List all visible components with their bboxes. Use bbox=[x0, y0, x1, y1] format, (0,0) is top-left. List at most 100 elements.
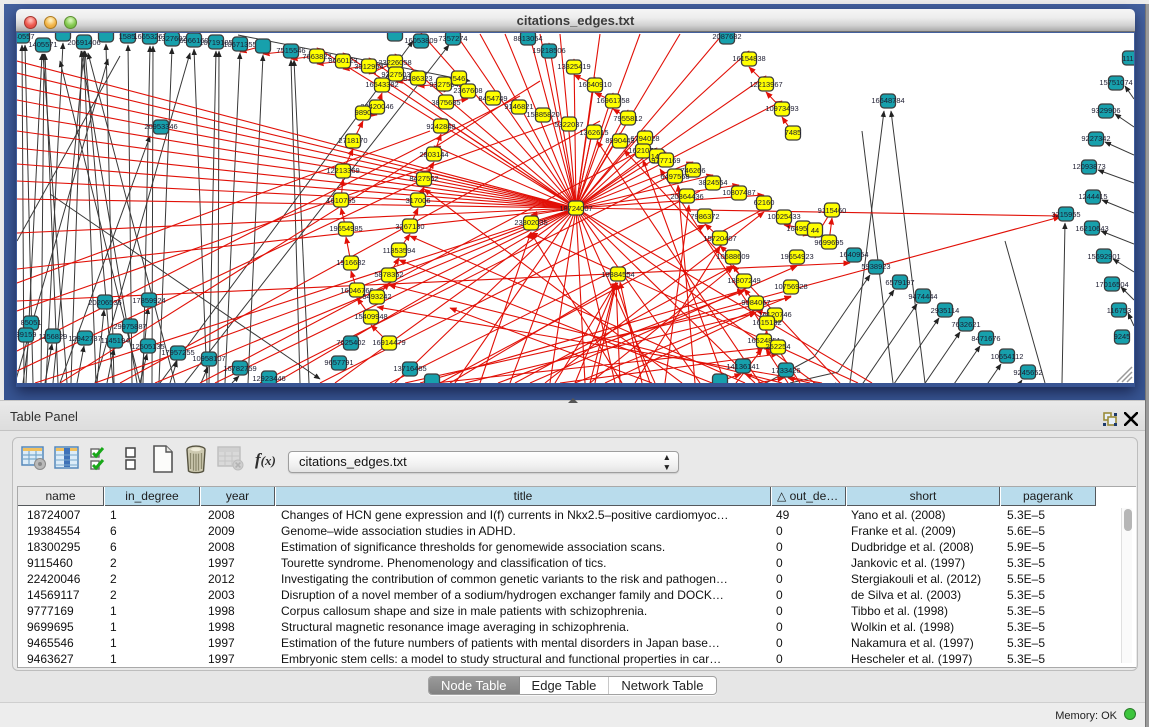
svg-text:9657791: 9657791 bbox=[324, 358, 353, 367]
svg-text:15409948: 15409948 bbox=[354, 312, 387, 321]
svg-text:2718170: 2718170 bbox=[338, 136, 367, 145]
svg-text:9474444: 9474444 bbox=[908, 292, 937, 301]
svg-text:15751074: 15751074 bbox=[1099, 78, 1132, 87]
svg-text:16210643: 16210643 bbox=[1075, 224, 1108, 233]
svg-text:5493242: 5493242 bbox=[362, 292, 391, 301]
svg-text:9227342: 9227342 bbox=[1081, 134, 1110, 143]
svg-text:20953346: 20953346 bbox=[144, 122, 177, 131]
svg-text:7955812: 7955812 bbox=[613, 114, 642, 123]
svg-text:2087682: 2087682 bbox=[712, 33, 741, 41]
svg-text:10688609: 10688609 bbox=[716, 252, 749, 261]
svg-text:8660123: 8660123 bbox=[328, 56, 357, 65]
svg-text:1916682: 1916682 bbox=[336, 258, 365, 267]
svg-text:1244415: 1244415 bbox=[1078, 192, 1107, 201]
svg-text:8454749: 8454749 bbox=[478, 94, 507, 103]
svg-text:16961758: 16961758 bbox=[596, 96, 629, 105]
svg-text:9115460: 9115460 bbox=[818, 206, 847, 215]
svg-text:12923446: 12923446 bbox=[252, 374, 285, 383]
svg-text:7485: 7485 bbox=[785, 128, 802, 137]
svg-text:7515546: 7515546 bbox=[276, 46, 305, 55]
svg-text:3875685: 3875685 bbox=[431, 98, 460, 107]
svg-text:15720407: 15720407 bbox=[703, 234, 736, 243]
svg-text:12213369: 12213369 bbox=[326, 166, 359, 175]
svg-text:3267130: 3267130 bbox=[395, 222, 424, 231]
svg-text:15885820: 15885820 bbox=[526, 110, 559, 119]
svg-text:7625402: 7625402 bbox=[336, 338, 365, 347]
svg-text:2803144: 2803144 bbox=[419, 150, 448, 159]
svg-text:17859924: 17859924 bbox=[132, 296, 165, 305]
svg-text:16914479: 16914479 bbox=[372, 338, 405, 347]
svg-text:546: 546 bbox=[453, 74, 466, 83]
svg-text:1610755: 1610755 bbox=[326, 196, 355, 205]
svg-text:1640954: 1640954 bbox=[839, 250, 868, 259]
svg-text:9329906: 9329906 bbox=[1091, 106, 1120, 115]
svg-text:9777169: 9777169 bbox=[651, 156, 680, 165]
svg-text:16640910: 16640910 bbox=[578, 80, 611, 89]
svg-text:85051: 85051 bbox=[21, 318, 42, 327]
svg-text:1112: 1112 bbox=[1122, 54, 1134, 63]
svg-text:14136141: 14136141 bbox=[726, 362, 759, 371]
svg-text:10958107: 10958107 bbox=[192, 354, 225, 363]
svg-text:16543382: 16543382 bbox=[365, 80, 398, 89]
svg-text:19654985: 19654985 bbox=[329, 224, 362, 233]
svg-text:12213967: 12213967 bbox=[749, 80, 782, 89]
svg-text:13325419: 13325419 bbox=[557, 62, 590, 71]
svg-text:1362615: 1362615 bbox=[579, 128, 608, 137]
svg-text:39159: 39159 bbox=[17, 330, 36, 339]
svg-text:8813054: 8813054 bbox=[513, 34, 542, 43]
svg-text:8427552: 8427552 bbox=[409, 174, 438, 183]
svg-text:9699695: 9699695 bbox=[814, 238, 843, 247]
svg-text:17016504: 17016504 bbox=[1095, 280, 1128, 289]
svg-text:11353594: 11353594 bbox=[383, 246, 416, 255]
svg-text:20364436: 20364436 bbox=[670, 192, 703, 201]
svg-text:17957255: 17957255 bbox=[161, 348, 194, 357]
svg-text:5878352: 5878352 bbox=[374, 270, 403, 279]
svg-text:1733426: 1733426 bbox=[771, 366, 800, 375]
svg-text:9084067: 9084067 bbox=[741, 298, 770, 307]
svg-text:10756928: 10756928 bbox=[774, 282, 807, 291]
svg-text:9242848: 9242848 bbox=[426, 122, 455, 131]
svg-text:10025433: 10025433 bbox=[767, 212, 800, 221]
svg-text:62160: 62160 bbox=[754, 198, 775, 207]
svg-text:1145194: 1145194 bbox=[101, 336, 130, 345]
svg-text:16782759: 16782759 bbox=[223, 364, 256, 373]
svg-text:10973493: 10973493 bbox=[765, 104, 798, 113]
svg-text:9890: 9890 bbox=[355, 108, 372, 117]
svg-text:19218506: 19218506 bbox=[532, 46, 565, 55]
svg-text:2935114: 2935114 bbox=[931, 306, 960, 315]
svg-text:6794028: 6794028 bbox=[630, 134, 659, 143]
svg-text:8471676: 8471676 bbox=[971, 334, 1000, 343]
svg-text:12505135: 12505135 bbox=[131, 342, 164, 351]
svg-text:7632621: 7632621 bbox=[951, 320, 980, 329]
svg-text:1405571: 1405571 bbox=[28, 40, 57, 49]
svg-text:16053809: 16053809 bbox=[404, 36, 437, 45]
svg-text:20206536: 20206536 bbox=[88, 298, 121, 307]
svg-text:3824554: 3824554 bbox=[698, 178, 727, 187]
svg-text:6497568: 6497568 bbox=[660, 172, 689, 181]
svg-text:19654923: 19654923 bbox=[780, 252, 813, 261]
svg-text:7357274: 7357274 bbox=[438, 34, 467, 43]
svg-text:1156829: 1156829 bbox=[39, 332, 68, 341]
svg-text:1615132: 1615132 bbox=[752, 318, 781, 327]
svg-text:13716485: 13716485 bbox=[393, 364, 426, 373]
svg-text:10654112: 10654112 bbox=[991, 352, 1024, 361]
svg-text:44: 44 bbox=[811, 226, 819, 235]
svg-text:116753: 116753 bbox=[1107, 306, 1131, 315]
svg-text:18807249: 18807249 bbox=[727, 276, 760, 285]
svg-text:3215955: 3215955 bbox=[1051, 210, 1080, 219]
svg-text:9245: 9245 bbox=[1114, 332, 1131, 341]
svg-text:10807487: 10807487 bbox=[722, 188, 755, 197]
svg-text:23226058: 23226058 bbox=[378, 58, 411, 67]
svg-text:8186323: 8186323 bbox=[403, 74, 432, 83]
svg-text:20691406: 20691406 bbox=[67, 38, 100, 47]
svg-text:15692901: 15692901 bbox=[1087, 252, 1120, 261]
svg-text:18724007: 18724007 bbox=[559, 204, 592, 213]
svg-text:317006: 317006 bbox=[405, 196, 430, 205]
svg-text:12093873: 12093873 bbox=[1072, 162, 1105, 171]
svg-text:16154838: 16154838 bbox=[732, 54, 765, 63]
svg-text:5938923: 5938923 bbox=[861, 262, 890, 271]
svg-text:7986372: 7986372 bbox=[690, 212, 719, 221]
svg-text:12942737: 12942737 bbox=[68, 334, 101, 343]
svg-text:7663822: 7663822 bbox=[302, 52, 331, 61]
svg-text:19384554: 19384554 bbox=[601, 270, 634, 279]
